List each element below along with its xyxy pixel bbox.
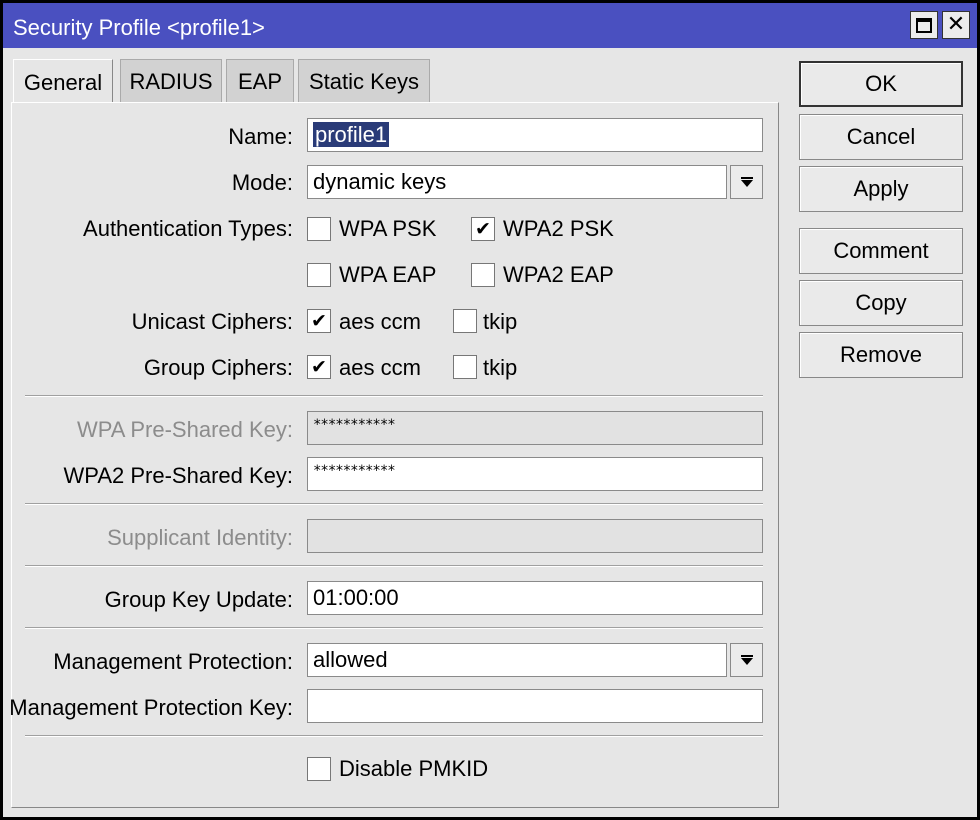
wpa-psk-key-label: WPA Pre-Shared Key:: [76, 417, 293, 442]
management-protection-key-label: Management Protection Key:: [9, 695, 293, 720]
name-field[interactable]: profile1: [307, 118, 763, 152]
mode-select[interactable]: dynamic keys: [307, 165, 727, 199]
wpa-psk-key-field: ***********: [307, 411, 763, 445]
separator: [25, 627, 763, 629]
wpa2-psk-label: WPA2 PSK: [503, 216, 614, 241]
checkmark-icon: ✔: [475, 217, 491, 240]
disable-pmkid-checkbox[interactable]: [307, 757, 331, 781]
cancel-button[interactable]: Cancel: [799, 114, 963, 160]
management-protection-value: allowed: [313, 647, 388, 672]
maximize-icon: [916, 17, 932, 33]
name-label: Name:: [228, 124, 293, 149]
maximize-button[interactable]: [910, 11, 938, 39]
copy-button[interactable]: Copy: [799, 280, 963, 326]
separator: [25, 735, 763, 737]
separator: [25, 503, 763, 505]
wpa-psk-checkbox[interactable]: [307, 217, 331, 241]
management-protection-dropdown-button[interactable]: [730, 643, 763, 677]
close-icon: ✕: [946, 12, 966, 37]
tab-radius[interactable]: RADIUS: [120, 59, 222, 103]
wpa2-eap-label: WPA2 EAP: [503, 262, 614, 287]
wpa2-psk-key-value: ***********: [313, 463, 396, 479]
wpa-psk-label: WPA PSK: [339, 216, 437, 241]
group-aes-ccm-label: aes ccm: [339, 355, 421, 380]
comment-button[interactable]: Comment: [799, 228, 963, 274]
authentication-types-label: Authentication Types:: [83, 216, 293, 241]
mode-label: Mode:: [231, 170, 293, 195]
checkmark-icon: ✔: [311, 355, 327, 378]
unicast-tkip-label: tkip: [483, 309, 518, 334]
wpa-eap-label: WPA EAP: [339, 262, 437, 287]
separator: [25, 395, 763, 397]
separator: [25, 565, 763, 567]
mode-value: dynamic keys: [313, 169, 447, 194]
group-tkip-label: tkip: [483, 355, 518, 380]
management-protection-label: Management Protection:: [53, 649, 293, 674]
unicast-aes-ccm-checkbox[interactable]: ✔: [307, 309, 331, 333]
dropdown-arrow-icon: [740, 177, 753, 187]
wpa2-psk-key-field[interactable]: ***********: [307, 457, 763, 491]
tab-eap[interactable]: EAP: [226, 59, 294, 103]
unicast-tkip-checkbox[interactable]: [453, 309, 477, 333]
security-profile-window: Security Profile <profile1> ✕ General RA…: [0, 0, 980, 820]
group-ciphers-label: Group Ciphers:: [143, 355, 293, 380]
supplicant-identity-label: Supplicant Identity:: [107, 525, 293, 550]
unicast-ciphers-label: Unicast Ciphers:: [131, 309, 293, 334]
window-title: Security Profile <profile1>: [13, 15, 265, 40]
wpa2-psk-checkbox[interactable]: ✔: [471, 217, 495, 241]
ok-button[interactable]: OK: [799, 61, 963, 107]
checkmark-icon: ✔: [311, 309, 327, 332]
supplicant-identity-field: [307, 519, 763, 553]
management-protection-select[interactable]: allowed: [307, 643, 727, 677]
unicast-aes-ccm-label: aes ccm: [339, 309, 421, 334]
apply-button[interactable]: Apply: [799, 166, 963, 212]
group-key-update-value: 01:00:00: [313, 585, 399, 610]
name-value: profile1: [313, 122, 390, 147]
tab-label: Static Keys: [308, 68, 420, 94]
group-aes-ccm-checkbox[interactable]: ✔: [307, 355, 331, 379]
management-protection-key-field[interactable]: [307, 689, 763, 723]
group-tkip-checkbox[interactable]: [453, 355, 477, 379]
tab-label: RADIUS: [129, 68, 213, 94]
tab-general[interactable]: General: [13, 59, 113, 105]
tab-label: General: [23, 69, 103, 95]
close-button[interactable]: ✕: [942, 11, 970, 39]
tab-label: EAP: [237, 68, 283, 94]
remove-button[interactable]: Remove: [799, 332, 963, 378]
wpa2-psk-key-label: WPA2 Pre-Shared Key:: [63, 463, 293, 488]
group-key-update-field[interactable]: 01:00:00: [307, 581, 763, 615]
wpa-psk-key-value: ***********: [313, 417, 396, 433]
wpa-eap-checkbox[interactable]: [307, 263, 331, 287]
mode-dropdown-button[interactable]: [730, 165, 763, 199]
tab-static-keys[interactable]: Static Keys: [298, 59, 430, 103]
title-bar[interactable]: Security Profile <profile1> ✕: [3, 3, 977, 48]
dropdown-arrow-icon: [740, 655, 753, 665]
group-key-update-label: Group Key Update:: [104, 587, 293, 612]
wpa2-eap-checkbox[interactable]: [471, 263, 495, 287]
disable-pmkid-label: Disable PMKID: [339, 756, 489, 781]
